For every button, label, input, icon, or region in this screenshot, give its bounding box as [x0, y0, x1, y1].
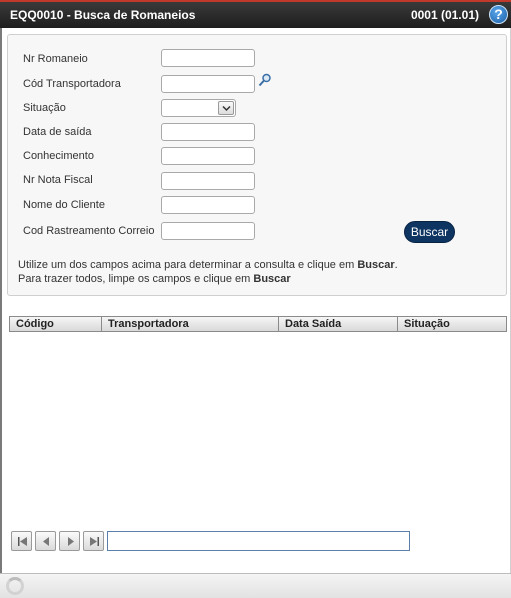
next-page-button[interactable] — [59, 531, 80, 551]
conhecimento-input[interactable] — [161, 147, 255, 165]
help-icon[interactable]: ? — [489, 5, 508, 24]
last-page-button[interactable] — [83, 531, 104, 551]
first-page-button[interactable] — [11, 531, 32, 551]
help-text-line-2: Para trazer todos, limpe os campos e cli… — [18, 273, 291, 285]
buscar-button[interactable]: Buscar — [404, 221, 455, 243]
help-text-line-1: Utilize um dos campos acima para determi… — [18, 259, 398, 271]
help-text-1-bold: Buscar — [357, 259, 395, 271]
column-header-data-saida[interactable]: Data Saída — [278, 317, 397, 331]
help-text-2-pre: Para trazer todos, limpe os campos e cli… — [18, 273, 254, 285]
column-header-codigo[interactable]: Código — [10, 317, 101, 331]
label-nr-nota-fiscal: Nr Nota Fiscal — [23, 174, 93, 186]
help-text-1-pre: Utilize um dos campos acima para determi… — [18, 259, 358, 271]
prev-page-icon — [43, 537, 49, 546]
status-bar — [0, 573, 511, 598]
label-cod-transportadora: Cód Transportadora — [23, 78, 121, 90]
label-conhecimento: Conhecimento — [23, 150, 94, 162]
magnifier-icon[interactable] — [258, 73, 272, 87]
left-border — [0, 28, 2, 573]
label-cod-rastreamento: Cod Rastreamento Correio — [23, 225, 155, 237]
page-title: EQQ0010 - Busca de Romaneios — [10, 8, 196, 22]
cod-transportadora-input[interactable] — [161, 75, 255, 93]
label-situacao: Situação — [23, 102, 66, 114]
first-page-icon — [18, 537, 27, 546]
title-bar: EQQ0010 - Busca de Romaneios 0001 (01.01… — [0, 0, 511, 28]
nr-nota-fiscal-input[interactable] — [161, 172, 255, 190]
data-saida-input[interactable] — [161, 123, 255, 141]
help-text-2-bold: Buscar — [253, 273, 291, 285]
results-grid-header: Código Transportadora Data Saída Situaçã… — [9, 316, 507, 332]
cod-rastreamento-input[interactable] — [161, 222, 255, 240]
help-text-1-post: . — [394, 259, 398, 271]
version-label: 0001 (01.01) — [410, 8, 479, 22]
prev-page-button[interactable] — [35, 531, 56, 551]
situacao-select[interactable] — [161, 99, 236, 117]
search-form-panel: Nr Romaneio Cód Transportadora Situação … — [7, 34, 507, 296]
nr-romaneio-input[interactable] — [161, 49, 255, 67]
label-data-saida: Data de saída — [23, 126, 92, 138]
label-nome-cliente: Nome do Cliente — [23, 199, 105, 211]
spinner-icon — [6, 577, 24, 595]
label-nr-romaneio: Nr Romaneio — [23, 53, 88, 65]
next-page-icon — [68, 537, 74, 546]
chevron-down-icon[interactable] — [218, 101, 234, 115]
column-header-transportadora[interactable]: Transportadora — [101, 317, 278, 331]
last-page-icon — [90, 537, 99, 546]
pager-info-field — [107, 531, 410, 551]
column-header-situacao[interactable]: Situação — [397, 317, 497, 331]
nome-cliente-input[interactable] — [161, 196, 255, 214]
